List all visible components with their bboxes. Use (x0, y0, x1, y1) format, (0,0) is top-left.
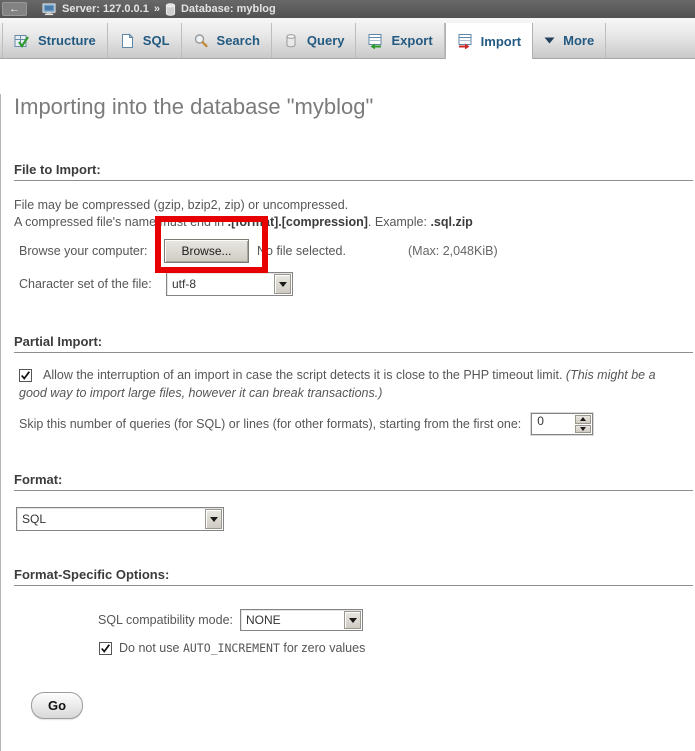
browse-row: Browse your computer: Browse... No file … (14, 238, 693, 263)
breadcrumb-server-link[interactable]: Server: 127.0.0.1 (62, 3, 149, 15)
section-divider (14, 490, 693, 491)
breadcrumb-database-link[interactable]: Database: myblog (181, 3, 276, 15)
breadcrumb-separator: » (154, 3, 160, 15)
help-line-1: File may be compressed (gzip, bzip2, zip… (14, 198, 348, 212)
tab-query[interactable]: Query (272, 23, 357, 58)
database-icon (165, 3, 176, 16)
format-specific-options-section: Format-Specific Options: SQL compatibili… (14, 567, 693, 655)
auto-increment-label: Do not use AUTO_INCREMENT for zero value… (119, 641, 365, 655)
tab-import[interactable]: Import (445, 23, 533, 59)
sql-compat-select[interactable]: NONE (240, 609, 363, 631)
charset-select[interactable]: utf-8 (166, 272, 293, 296)
max-upload-size: (Max: 2,048KiB) (408, 244, 498, 258)
tab-label: SQL (143, 33, 170, 48)
allow-interruption-label: Allow the interruption of an import in c… (43, 368, 562, 382)
section-divider (14, 585, 693, 586)
allow-interruption-checkbox[interactable] (19, 369, 32, 382)
query-icon (283, 33, 299, 49)
browse-label: Browse your computer: (14, 244, 164, 258)
format-select[interactable]: SQL (16, 507, 224, 531)
format-selected-value: SQL (17, 512, 204, 526)
section-divider (14, 180, 693, 181)
dropdown-arrow-icon (274, 274, 291, 294)
section-heading: Partial Import: (14, 334, 693, 349)
allow-interruption-row: Allow the interruption of an import in c… (14, 366, 679, 402)
tab-bar: Structure SQL Search Query (0, 18, 695, 59)
skip-queries-stepper (531, 413, 593, 435)
tab-label: Query (307, 33, 345, 48)
help-line-2-prefix: A compressed file's name must end in (14, 215, 228, 229)
go-button[interactable]: Go (31, 692, 83, 719)
tab-structure[interactable]: Structure (2, 23, 108, 58)
charset-row: Character set of the file: utf-8 (14, 272, 693, 296)
section-heading: Format-Specific Options: (14, 567, 693, 582)
tab-more[interactable]: More (533, 23, 606, 58)
import-icon (457, 33, 473, 49)
spin-down-button[interactable] (575, 425, 591, 434)
charset-label: Character set of the file: (14, 277, 166, 291)
tab-label: More (563, 33, 594, 48)
tab-label: Search (217, 33, 260, 48)
skip-queries-row: Skip this number of queries (for SQL) or… (14, 413, 693, 435)
format-section: Format: SQL (14, 472, 693, 531)
sql-compat-row: SQL compatibility mode: NONE (14, 609, 693, 631)
browse-button[interactable]: Browse... (164, 239, 249, 263)
import-page: Importing into the database "myblog" Fil… (0, 94, 695, 751)
chevron-down-icon (544, 37, 555, 44)
file-to-import-section: File to Import: File may be compressed (… (14, 162, 693, 296)
section-divider (14, 352, 693, 353)
auto-increment-checkbox[interactable] (99, 642, 112, 655)
structure-icon (14, 33, 30, 49)
server-icon (42, 3, 57, 16)
tab-label: Structure (38, 33, 96, 48)
sql-icon (119, 33, 135, 49)
spin-up-button[interactable] (575, 415, 591, 424)
collapse-nav-arrow-icon[interactable]: ← (2, 2, 27, 16)
server-breadcrumb-bar: ← Server: 127.0.0.1 » Database: myblog (0, 0, 695, 18)
export-icon (367, 33, 383, 49)
skip-queries-input[interactable] (532, 414, 574, 428)
section-heading: Format: (14, 472, 693, 487)
search-icon (193, 33, 209, 49)
dropdown-arrow-icon (344, 611, 361, 629)
tab-search[interactable]: Search (182, 23, 272, 58)
help-line-2-mid: . Example: (368, 215, 431, 229)
section-heading: File to Import: (14, 162, 693, 177)
compression-help-text: File may be compressed (gzip, bzip2, zip… (14, 197, 693, 230)
sql-compat-label: SQL compatibility mode: (98, 613, 233, 627)
tab-label: Export (391, 33, 432, 48)
sql-compat-selected-value: NONE (241, 613, 343, 627)
partial-import-section: Partial Import: Allow the interruption o… (14, 334, 693, 435)
page-title: Importing into the database "myblog" (14, 94, 695, 120)
skip-queries-label: Skip this number of queries (for SQL) or… (19, 417, 521, 431)
tab-label: Import (481, 34, 521, 49)
dropdown-arrow-icon (205, 509, 222, 529)
tab-export[interactable]: Export (356, 23, 444, 58)
tab-sql[interactable]: SQL (108, 23, 182, 58)
file-selected-status: No file selected. (257, 244, 346, 258)
example-filename: .sql.zip (430, 215, 472, 229)
format-pattern: .[format].[compression] (228, 215, 368, 229)
auto-increment-row: Do not use AUTO_INCREMENT for zero value… (14, 641, 693, 655)
charset-selected-value: utf-8 (167, 277, 273, 291)
